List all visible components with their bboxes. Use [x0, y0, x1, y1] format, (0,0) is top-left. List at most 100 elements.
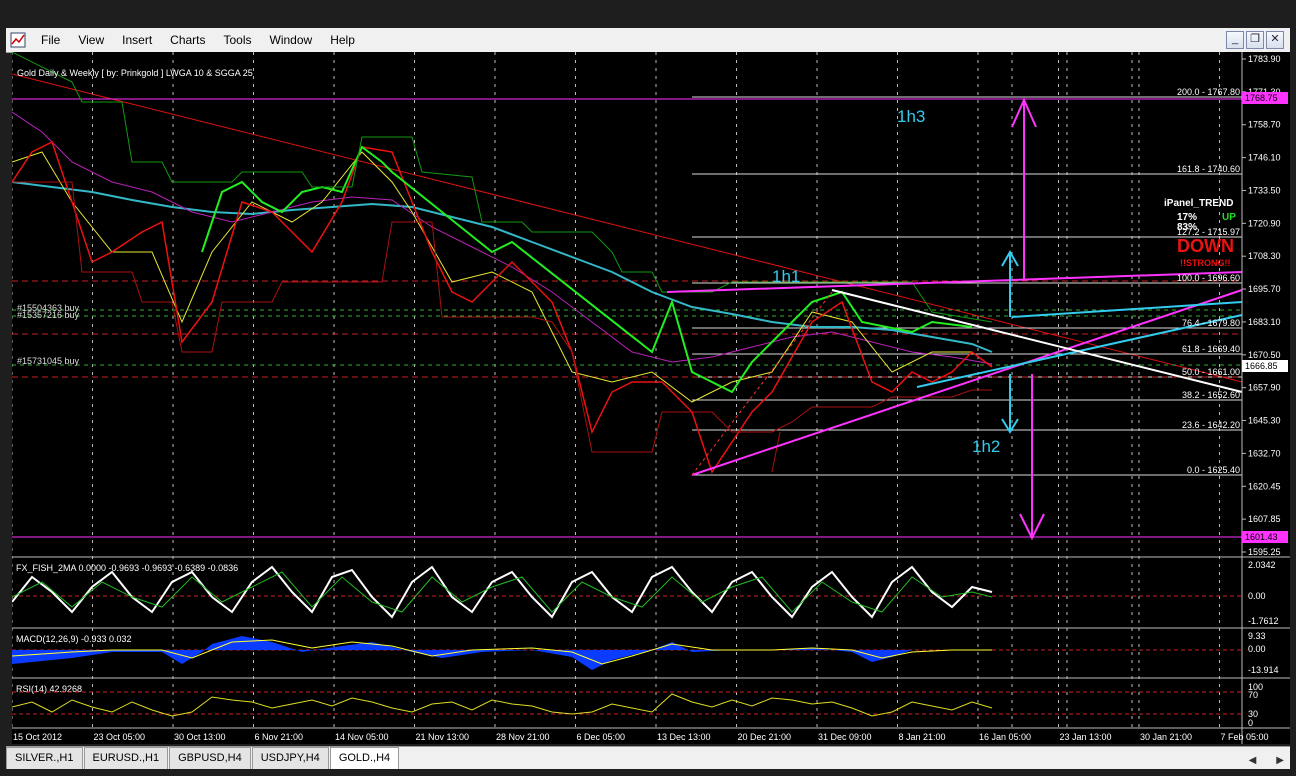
price-label: 1708.30	[1248, 251, 1281, 261]
svg-text:0.00: 0.00	[1248, 644, 1266, 654]
label-1h3: 1h3	[897, 107, 925, 126]
price-label: 1645.30	[1248, 416, 1281, 426]
ipanel-title: iPanel_TREND	[1164, 198, 1233, 209]
price-label: 1657.90	[1248, 383, 1281, 393]
time-label: 20 Dec 21:00	[738, 732, 792, 742]
price-label: 1607.85	[1248, 514, 1281, 524]
scroll-right-icon[interactable]: ▶	[1276, 755, 1284, 766]
label-1h2: 1h2	[972, 437, 1000, 456]
svg-text:0: 0	[1248, 718, 1253, 728]
rsi-pane[interactable]: RSI(14) 42.9268 100 70 30 0	[11, 682, 1263, 728]
fib-level-label: 200.0 - 1767.80	[1177, 87, 1240, 97]
arrow-down-cyan[interactable]	[1001, 374, 1019, 434]
envelope-red-tail	[771, 431, 781, 473]
fib-labels: 200.0 - 1767.80 161.8 - 1740.60 127.2 - 17…	[1177, 87, 1240, 475]
time-label: 28 Nov 21:00	[496, 732, 550, 742]
fisher-line-white	[11, 565, 993, 619]
fib-level-label: 161.8 - 1740.60	[1177, 164, 1240, 174]
svg-text:-13.914: -13.914	[1248, 665, 1279, 675]
menu-window[interactable]: Window	[261, 28, 322, 52]
time-label: 15 Oct 2012	[13, 732, 62, 742]
ipanel-strong-label: !!STRONG!!	[1180, 258, 1231, 268]
rsi-line	[11, 693, 993, 717]
highlight-top-price: 1768.75	[1245, 93, 1278, 103]
fib-level-label: 38.2 - 1652.60	[1182, 390, 1240, 400]
time-label: 6 Nov 21:00	[255, 732, 304, 742]
chart-title: Gold Daily & Weekly [ by: Prinkgold ] LW…	[17, 68, 253, 78]
label-1h1: 1h1	[772, 267, 800, 286]
price-label: 1683.10	[1248, 317, 1281, 327]
tab-silver[interactable]: SILVER.,H1	[6, 747, 83, 769]
fib-level-label: 127.2 - 1715.97	[1177, 227, 1240, 237]
chart-area[interactable]: 1h3 1h1 1h2 Gold Daily & Weekly [ by: Pr…	[11, 51, 1290, 744]
macd-histogram	[12, 636, 992, 670]
menu-help[interactable]: Help	[321, 28, 364, 52]
fibonacci-retracement[interactable]	[692, 96, 1242, 476]
menu-bar: File View Insert Charts Tools Window Hel…	[6, 28, 1290, 53]
price-label: 1758.70	[1248, 120, 1281, 130]
fisher-pane[interactable]: FX_FISH_2MA 0.0000 -0.9693 -0.9693 -0.63…	[11, 560, 1279, 626]
menu-insert[interactable]: Insert	[113, 28, 161, 52]
arrow-down-magenta[interactable]	[1019, 374, 1045, 541]
svg-text:0.00: 0.00	[1248, 591, 1266, 601]
price-axis: 1783.901771.301758.701746.101733.501720.…	[1242, 54, 1281, 557]
price-line-green	[201, 145, 973, 394]
price-label: 1620.45	[1248, 481, 1281, 491]
tab-scroll: ◀ ▶	[1249, 755, 1284, 766]
time-axis: 15 Oct 2012 23 Oct 05:00 30 Oct 13:00 6 Nov…	[13, 732, 1269, 742]
macd-label: MACD(12,26,9) -0.933 0.032	[16, 634, 132, 644]
fib-level-label: 100.0 - 1696.60	[1177, 273, 1240, 283]
price-label: 1733.50	[1248, 185, 1281, 195]
time-label: 31 Dec 09:00	[818, 732, 872, 742]
tab-eurusd[interactable]: EURUSD.,H1	[83, 747, 169, 769]
menu-tools[interactable]: Tools	[215, 28, 261, 52]
time-label: 21 Nov 13:00	[416, 732, 470, 742]
svg-text:-1.7612: -1.7612	[1248, 616, 1279, 626]
chart-app-icon[interactable]	[10, 32, 26, 48]
price-label: 1695.70	[1248, 284, 1281, 294]
time-label: 23 Jan 13:00	[1060, 732, 1112, 742]
arrow-up-1h3[interactable]	[1011, 97, 1037, 280]
fisher-label: FX_FISH_2MA 0.0000 -0.9693 -0.9693 -0.63…	[16, 563, 238, 573]
svg-text:70: 70	[1248, 690, 1258, 700]
time-label: 30 Oct 13:00	[174, 732, 226, 742]
restore-icon[interactable]: ❐	[1246, 31, 1264, 49]
time-label: 6 Dec 05:00	[577, 732, 626, 742]
price-chart[interactable]: 1h3 1h1 1h2 Gold Daily & Weekly [ by: Pr…	[11, 51, 1290, 744]
price-label: 1632.70	[1248, 448, 1281, 458]
close-icon[interactable]: ✕	[1266, 31, 1284, 49]
svg-text:9.33: 9.33	[1248, 631, 1266, 641]
fib-level-label: 61.8 - 1669.40	[1182, 344, 1240, 354]
scroll-left-icon[interactable]: ◀	[1249, 755, 1257, 766]
order-label-3: #15731045 buy	[17, 356, 80, 366]
fib-level-label: 50.0 - 1661.00	[1182, 367, 1240, 377]
tab-usdjpy[interactable]: USDJPY,H4	[251, 747, 329, 769]
svg-text:2.0342: 2.0342	[1248, 560, 1276, 570]
resistance-trendline[interactable]	[11, 73, 1243, 383]
menu-charts[interactable]: Charts	[161, 28, 214, 52]
minimize-icon[interactable]: _	[1226, 31, 1244, 49]
menu-file[interactable]: File	[32, 28, 69, 52]
ipanel-down-label: DOWN	[1177, 236, 1234, 256]
terminal-window: File View Insert Charts Tools Window Hel…	[0, 0, 1296, 776]
macd-pane[interactable]: MACD(12,26,9) -0.933 0.032 9.33 0.00 -13…	[11, 631, 1279, 675]
current-price: 1666.85	[1245, 361, 1278, 371]
tab-gold[interactable]: GOLD.,H4	[329, 747, 400, 769]
time-label: 7 Feb 05:00	[1221, 732, 1269, 742]
highlight-bottom-price: 1601.43	[1245, 532, 1278, 542]
time-label: 23 Oct 05:00	[94, 732, 146, 742]
price-label: 1783.90	[1248, 54, 1281, 64]
tab-gbpusd[interactable]: GBPUSD,H4	[169, 747, 251, 769]
time-label: 13 Dec 13:00	[657, 732, 711, 742]
chart-tabs: SILVER.,H1 EURUSD.,H1 GBPUSD,H4 USDJPY,H…	[6, 746, 1290, 769]
price-label: 1746.10	[1248, 153, 1281, 163]
fib-level-label: 23.6 - 1642.20	[1182, 420, 1240, 430]
arrow-up-cyan[interactable]	[1001, 249, 1019, 317]
fib-level-label: 0.0 - 1625.40	[1187, 465, 1240, 475]
order-label-2: #15357216 buy	[17, 310, 80, 320]
fib-level-label: 76.4 - 1679.80	[1182, 318, 1240, 328]
time-label: 30 Jan 21:00	[1140, 732, 1192, 742]
ma-slow-cyan	[11, 181, 993, 353]
menu-view[interactable]: View	[69, 28, 113, 52]
time-label: 16 Jan 05:00	[979, 732, 1031, 742]
